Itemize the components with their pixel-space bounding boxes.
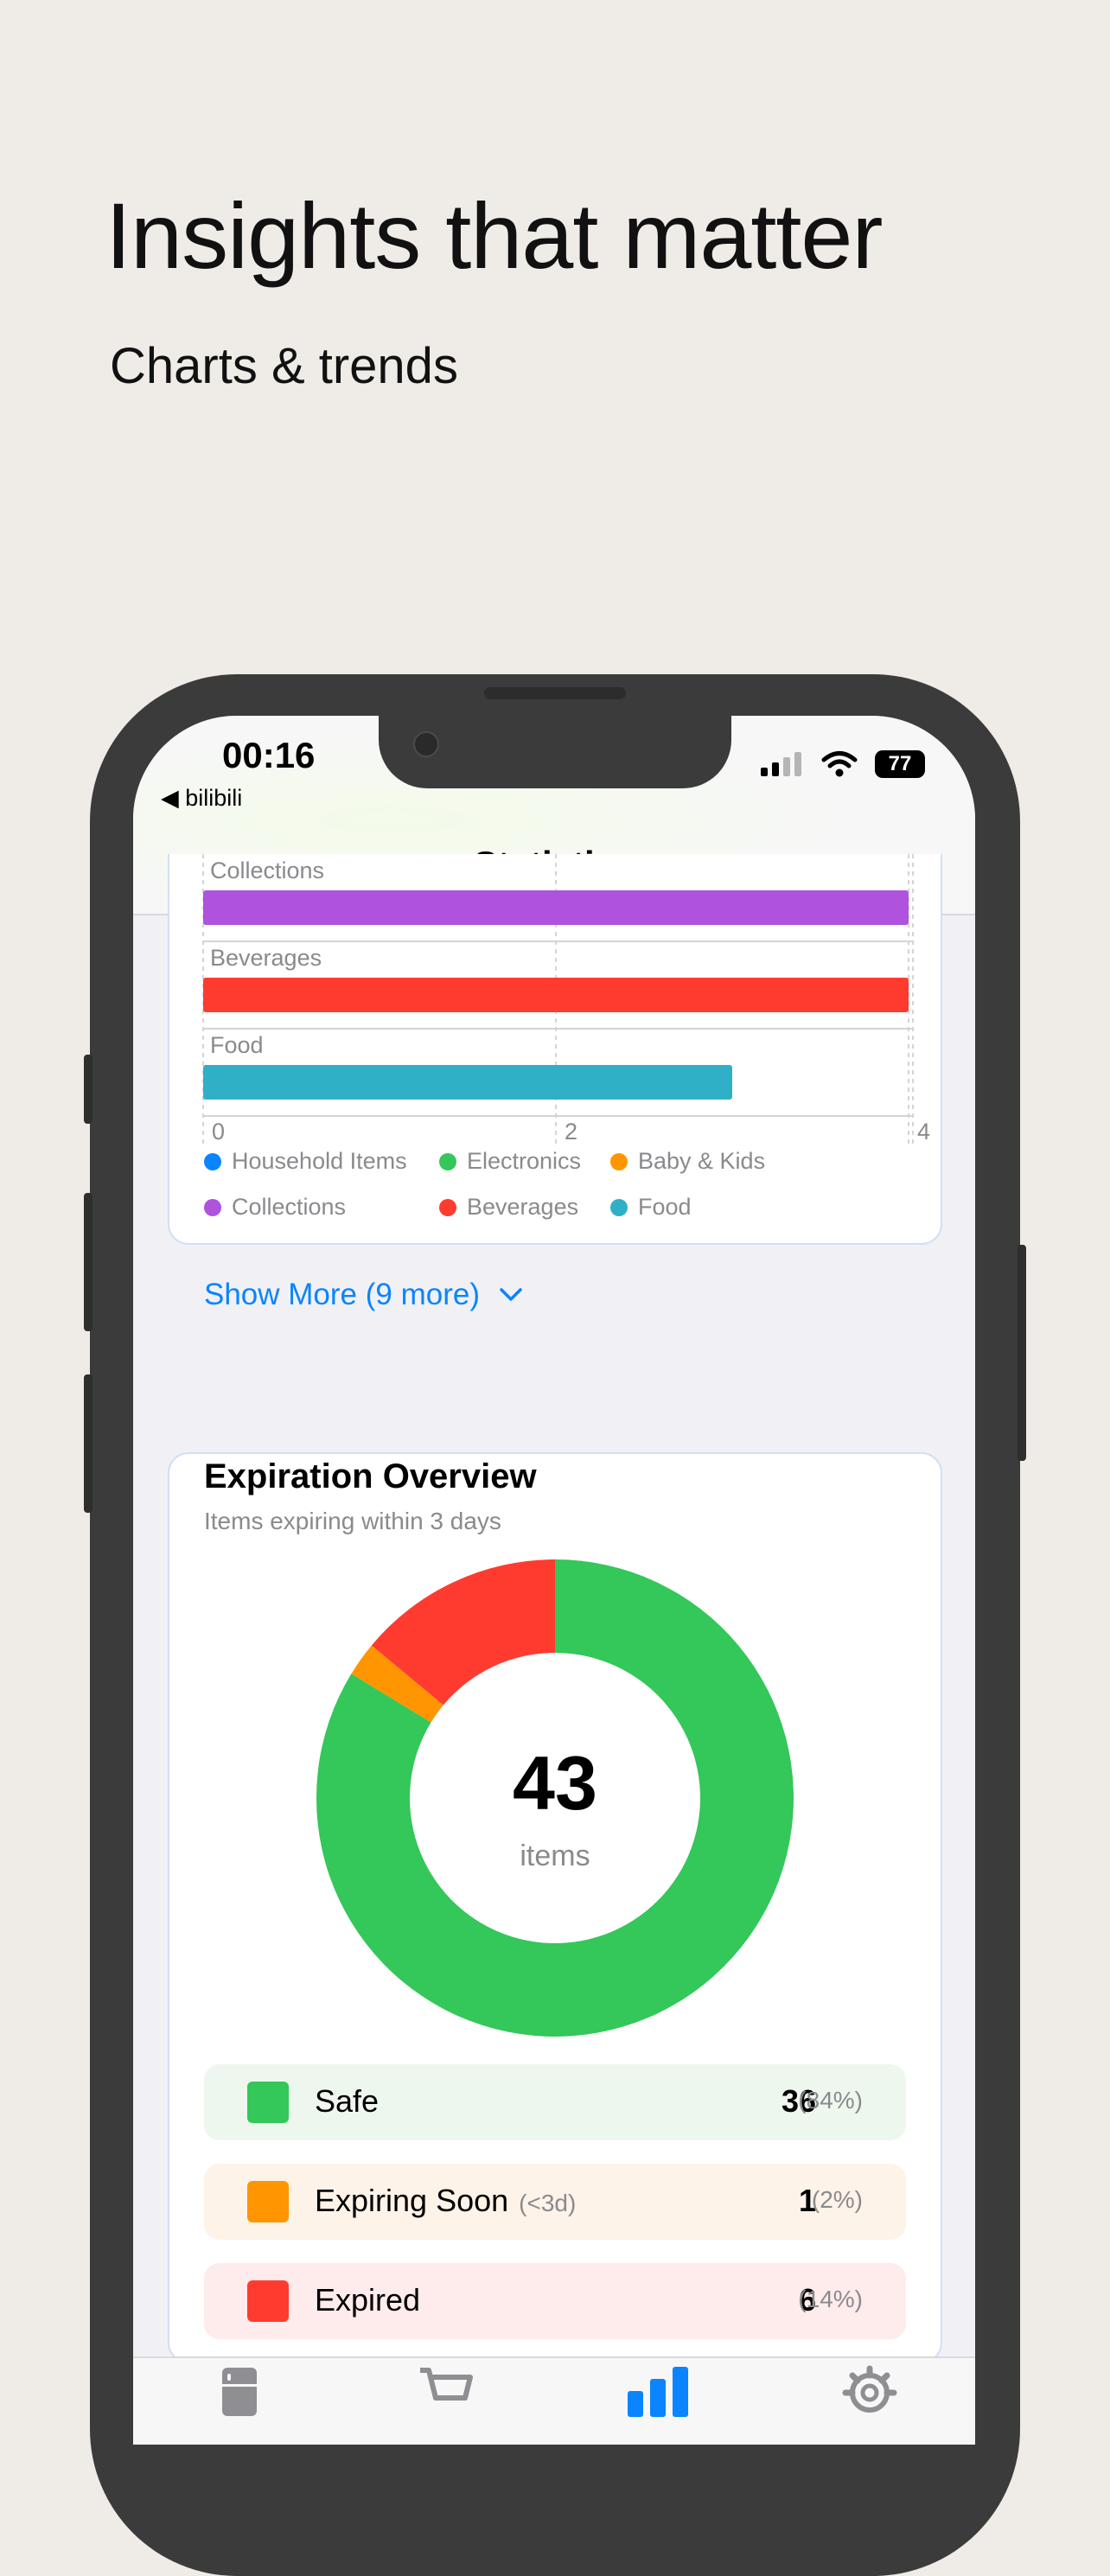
total-items-label: items — [520, 1840, 590, 1872]
x-tick-label: 2 — [565, 1119, 577, 1145]
row-label: Safe — [315, 2083, 380, 2119]
bar-category-label: Food — [210, 1032, 264, 1058]
mute-switch — [84, 1055, 92, 1124]
expired-swatch — [247, 2280, 289, 2322]
legend-dot — [439, 1152, 456, 1170]
status-row-safe[interactable]: Safe 36 (84%) — [204, 2064, 906, 2140]
bar — [203, 1065, 732, 1100]
legend-item: Beverages — [439, 1194, 578, 1221]
legend-dot — [439, 1198, 456, 1216]
row-label: Expiring Soon (<3d) — [315, 2183, 577, 2218]
legend-item: Food — [610, 1194, 692, 1221]
bar — [203, 890, 909, 925]
legend-dot — [610, 1152, 628, 1170]
cart-icon[interactable] — [418, 2365, 474, 2413]
legend-dot — [610, 1198, 628, 1216]
expiration-subtitle: Items expiring within 3 days — [204, 1508, 501, 1534]
safe-swatch — [247, 2082, 289, 2123]
expiring-soon-swatch — [247, 2181, 289, 2222]
tab-bar — [133, 2356, 975, 2445]
gear-icon[interactable] — [842, 2365, 897, 2420]
total-items-count: 43 — [513, 1740, 597, 1826]
chevron-down-icon — [500, 1288, 522, 1301]
row-percent: (2%) — [811, 2186, 863, 2213]
speaker — [484, 687, 626, 699]
status-time: 00:16 — [222, 735, 316, 775]
row-percent: (84%) — [798, 2087, 863, 2114]
back-to-app-link[interactable]: ◀ bilibili — [161, 785, 242, 812]
legend-label: Collections — [232, 1194, 347, 1220]
legend-dot — [204, 1198, 221, 1216]
expiration-overview-card: Expiration Overview Items expiring withi… — [168, 1452, 942, 2363]
bar — [203, 978, 909, 1012]
legend-label: Household Items — [232, 1148, 407, 1174]
category-chart-card: CollectionsBeveragesFood0246 Household I… — [168, 854, 942, 1311]
wifi-icon — [821, 751, 858, 777]
row-percent: (14%) — [798, 2286, 863, 2312]
power-button — [1018, 1245, 1026, 1461]
status-row-expiring-soon[interactable]: Expiring Soon (<3d) 1 (2%) — [204, 2164, 906, 2240]
show-more-button[interactable]: Show More (9 more) — [204, 1278, 523, 1312]
status-row-expired[interactable]: Expired 6 (14%) — [204, 2263, 906, 2339]
legend-label: Baby & Kids — [638, 1148, 766, 1174]
legend-item: Electronics — [439, 1148, 581, 1175]
fridge-icon[interactable] — [220, 2365, 259, 2417]
legend-label: Beverages — [467, 1194, 579, 1220]
hero-title: Insights that matter — [105, 183, 883, 288]
battery-icon: 77 — [875, 750, 925, 778]
show-more-label: Show More (9 more) — [204, 1278, 480, 1311]
status-icons: 77 — [761, 750, 925, 778]
x-tick-label: 4 — [917, 1119, 930, 1145]
front-camera — [413, 731, 439, 757]
bar-category-label: Beverages — [210, 945, 322, 971]
row-label: Expired — [315, 2282, 421, 2318]
hero-subtitle: Charts & trends — [110, 338, 458, 394]
expiration-title: Expiration Overview — [204, 1457, 537, 1495]
chart-bar-icon[interactable] — [626, 2365, 690, 2417]
volume-down-button — [84, 1374, 92, 1513]
bar-category-label: Collections — [210, 858, 324, 883]
x-tick-label: 0 — [212, 1119, 225, 1145]
legend-label: Electronics — [467, 1148, 582, 1174]
legend-dot — [204, 1152, 221, 1170]
legend-label: Food — [638, 1194, 692, 1220]
volume-up-button — [84, 1193, 92, 1331]
legend-item: Collections — [204, 1194, 346, 1221]
app-screen: 00:16 ◀ bilibili 77 Statistics Collectio… — [133, 716, 975, 2445]
legend-item: Household Items — [204, 1148, 407, 1175]
legend-item: Baby & Kids — [610, 1148, 765, 1175]
cellular-signal-icon — [761, 752, 801, 776]
